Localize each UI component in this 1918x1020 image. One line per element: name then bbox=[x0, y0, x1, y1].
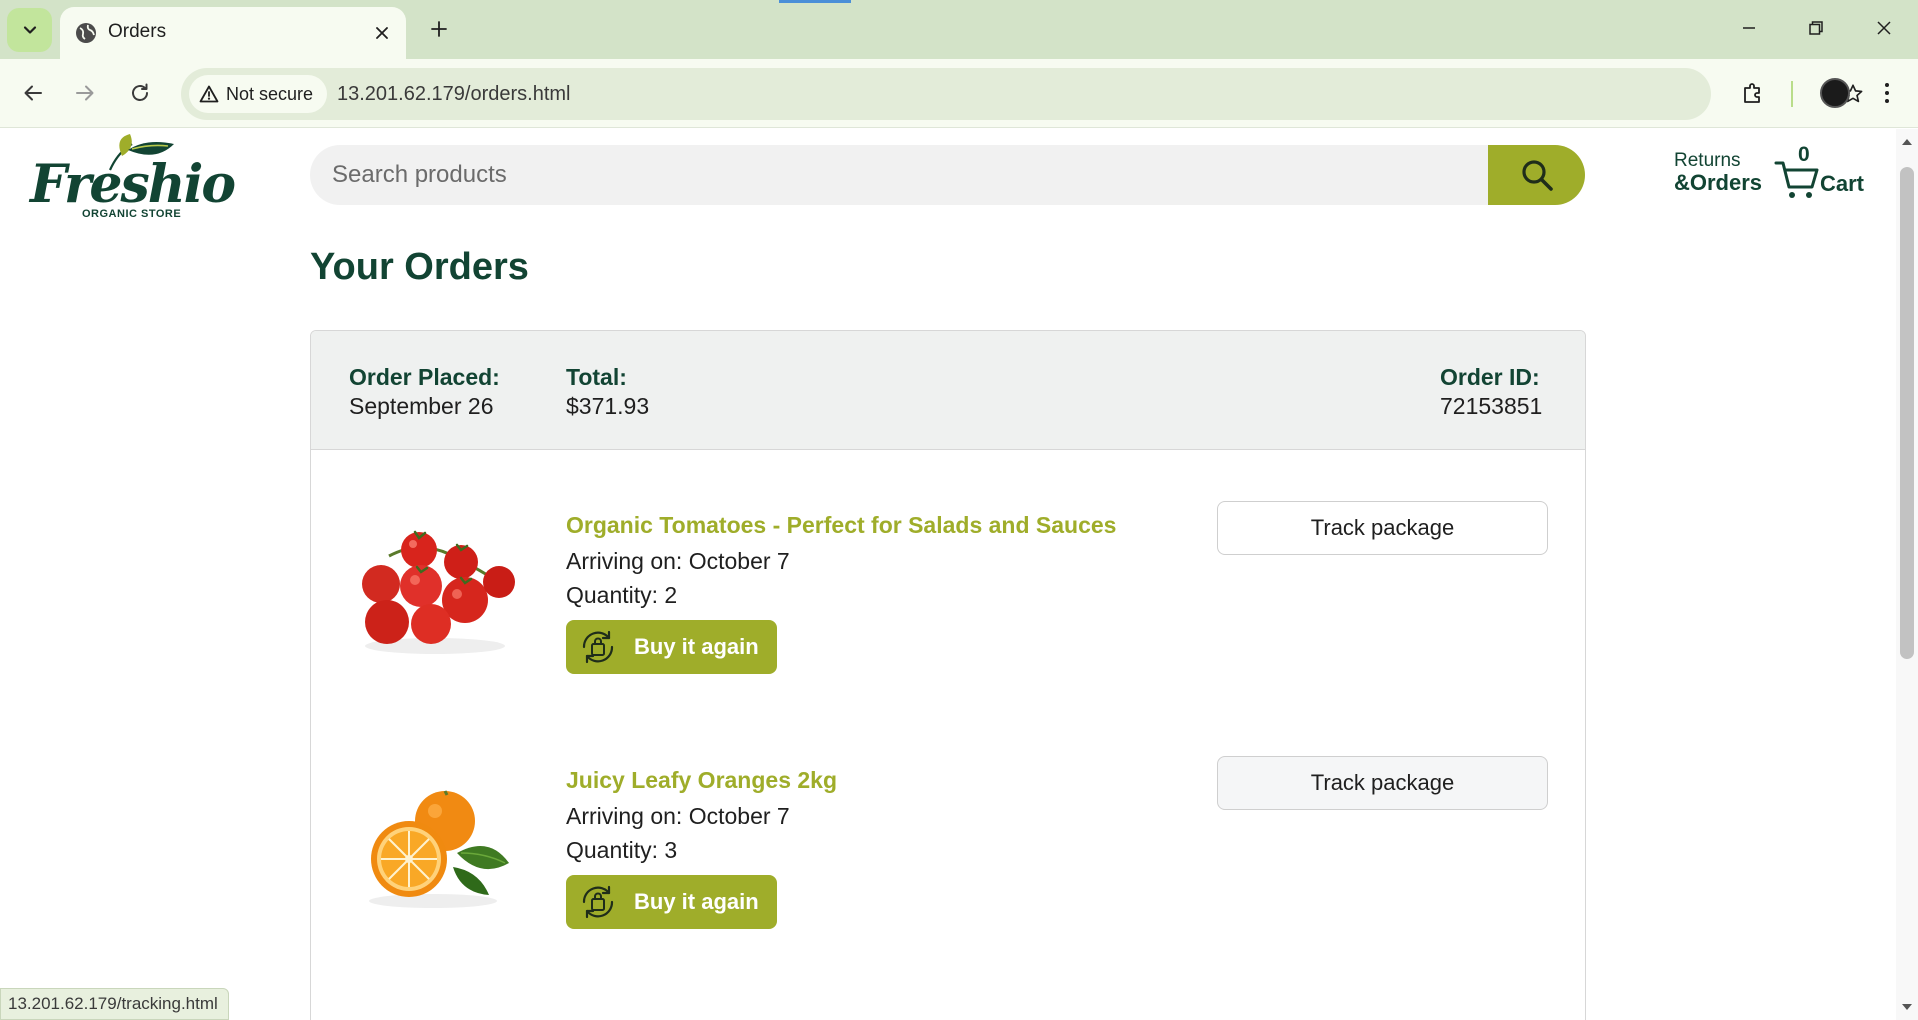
item-quantity: Quantity: 2 bbox=[566, 582, 678, 608]
order-header: Order Placed: September 26 Total: $371.9… bbox=[311, 331, 1585, 450]
browser-toolbar: Not secure 13.201.62.179/orders.html bbox=[0, 59, 1918, 128]
order-item: Organic Tomatoes - Perfect for Salads an… bbox=[311, 501, 1585, 712]
scroll-down-arrow[interactable] bbox=[1901, 1002, 1913, 1012]
track-package-button[interactable]: Track package bbox=[1217, 501, 1548, 555]
browser-tabstrip: Orders bbox=[0, 0, 1918, 59]
order-id-label: Order ID: bbox=[1440, 364, 1540, 390]
arrow-right-icon bbox=[76, 85, 94, 101]
search-icon bbox=[1521, 160, 1553, 191]
item-name-link[interactable]: Juicy Leafy Oranges 2kg bbox=[566, 767, 837, 794]
browser-menu-button[interactable] bbox=[1868, 74, 1906, 112]
triangle-down-icon bbox=[1902, 1004, 1912, 1010]
scroll-up-arrow[interactable] bbox=[1901, 137, 1913, 147]
returns-orders-link[interactable]: Returns &Orders bbox=[1674, 151, 1762, 194]
cart-label: Cart bbox=[1820, 171, 1865, 196]
tab-loading-accent bbox=[779, 0, 851, 3]
buy-again-button[interactable]: Buy it again bbox=[566, 875, 777, 929]
order-id-value: 72153851 bbox=[1440, 392, 1543, 419]
back-button[interactable] bbox=[14, 74, 52, 112]
close-icon bbox=[376, 27, 388, 39]
order-id: Order ID: 72153851 bbox=[1440, 363, 1542, 421]
close-icon bbox=[1877, 21, 1891, 35]
tab-title: Orders bbox=[108, 21, 167, 42]
page-scrollbar[interactable] bbox=[1896, 129, 1918, 1020]
tab-search-button[interactable] bbox=[7, 8, 52, 52]
close-window-button[interactable] bbox=[1862, 10, 1906, 46]
puzzle-icon bbox=[1744, 83, 1760, 103]
buy-again-button[interactable]: Buy it again bbox=[566, 620, 777, 674]
page-viewport: Freshio ORGANIC STORE Returns &Orders 0 … bbox=[0, 129, 1896, 1020]
order-item: Juicy Leafy Oranges 2kg Arriving on: Oct… bbox=[311, 756, 1585, 967]
restore-icon bbox=[1809, 21, 1823, 35]
oranges-image bbox=[349, 775, 517, 915]
site-info-chip[interactable]: Not secure bbox=[189, 75, 328, 113]
order-placed: Order Placed: September 26 bbox=[349, 363, 500, 421]
returns-label: Returns bbox=[1674, 150, 1741, 171]
url-text[interactable]: 13.201.62.179/orders.html bbox=[337, 83, 571, 106]
chevron-down-icon bbox=[23, 26, 36, 34]
arrow-left-icon bbox=[24, 85, 42, 101]
minimize-button[interactable] bbox=[1727, 10, 1771, 46]
orders-label: &Orders bbox=[1674, 169, 1763, 195]
buy-again-label: Buy it again bbox=[634, 634, 759, 659]
restore-button[interactable] bbox=[1794, 10, 1838, 46]
cart-link[interactable]: 0 Cart bbox=[1774, 143, 1874, 203]
order-placed-label: Order Placed: bbox=[349, 364, 500, 390]
address-bar[interactable]: Not secure 13.201.62.179/orders.html bbox=[181, 68, 1863, 120]
search-bar bbox=[310, 145, 1585, 205]
forward-button[interactable] bbox=[66, 74, 104, 112]
warning-icon bbox=[199, 85, 219, 103]
reload-button[interactable] bbox=[121, 74, 159, 112]
minimize-icon bbox=[1743, 27, 1755, 29]
item-arrival-date: Arriving on: October 7 bbox=[566, 803, 790, 829]
track-package-button[interactable]: Track package bbox=[1217, 756, 1548, 810]
item-name-link[interactable]: Organic Tomatoes - Perfect for Salads an… bbox=[566, 512, 1116, 539]
scrollbar-thumb[interactable] bbox=[1900, 167, 1914, 659]
search-button[interactable] bbox=[1488, 145, 1585, 205]
tomatoes-image bbox=[349, 520, 517, 660]
logo-subtitle: ORGANIC STORE bbox=[82, 208, 182, 220]
plus-icon bbox=[431, 21, 447, 37]
globe-icon bbox=[76, 23, 96, 43]
tab-orders[interactable]: Orders bbox=[60, 7, 406, 59]
link-status-bar: 13.201.62.179/tracking.html bbox=[0, 988, 229, 1020]
profile-avatar[interactable] bbox=[1820, 78, 1850, 108]
logo-text: Freshio bbox=[30, 154, 236, 215]
order-placed-value: September 26 bbox=[349, 392, 494, 419]
toolbar-divider bbox=[1791, 81, 1793, 107]
order-total-value: $371.93 bbox=[566, 392, 650, 419]
search-input[interactable] bbox=[310, 145, 1490, 205]
cart-icon bbox=[1774, 161, 1819, 198]
order-card: Order Placed: September 26 Total: $371.9… bbox=[310, 330, 1586, 1020]
rebuy-icon bbox=[582, 630, 614, 664]
new-tab-button[interactable] bbox=[424, 14, 454, 44]
buy-again-label: Buy it again bbox=[634, 889, 759, 914]
page-title: Your Orders bbox=[310, 246, 529, 288]
order-total-label: Total: bbox=[566, 364, 627, 390]
order-total: Total: $371.93 bbox=[566, 363, 649, 421]
extensions-button[interactable] bbox=[1734, 74, 1772, 112]
reload-icon bbox=[132, 83, 148, 101]
security-label: Not secure bbox=[226, 83, 314, 104]
rebuy-icon bbox=[582, 885, 614, 919]
item-quantity: Quantity: 3 bbox=[566, 837, 678, 863]
triangle-up-icon bbox=[1902, 139, 1912, 145]
site-logo[interactable]: Freshio ORGANIC STORE bbox=[30, 134, 236, 220]
more-vertical-icon bbox=[1885, 83, 1889, 103]
tab-close-button[interactable] bbox=[368, 19, 396, 47]
item-arrival-date: Arriving on: October 7 bbox=[566, 548, 790, 574]
